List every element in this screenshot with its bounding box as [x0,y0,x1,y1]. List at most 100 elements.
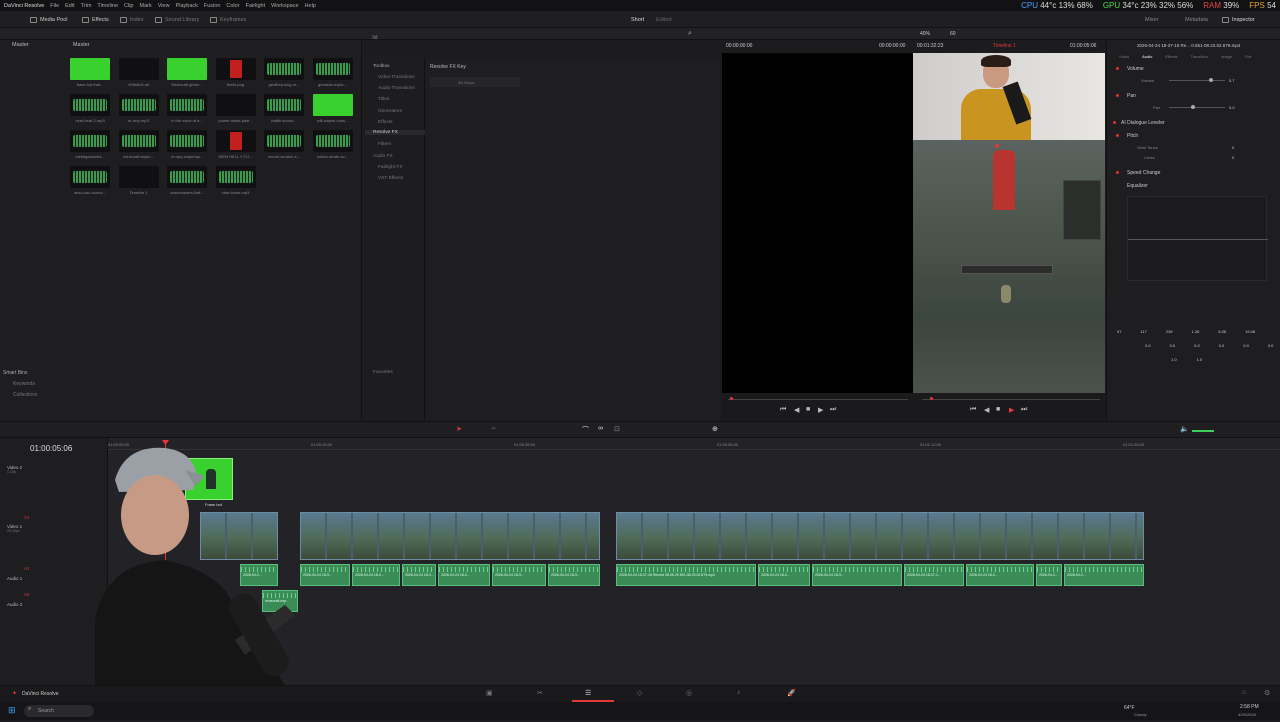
menu-edit[interactable]: Edit [65,3,74,9]
skip-start-icon[interactable]: ⏮ [780,406,786,414]
source-playhead[interactable] [730,397,733,400]
track-audio-2[interactable]: Audio 2 [7,602,22,607]
fx-favorites[interactable]: Favorites [373,370,393,375]
timeline-timecode[interactable]: 01:00:05:06 [30,444,72,453]
selection-tool-icon[interactable]: ➤ [456,425,462,433]
media-clip-thumb[interactable] [70,94,110,116]
eq-band-5-freq[interactable]: 6.06 [1218,329,1226,334]
pan-enable-dot[interactable] [1116,94,1119,97]
media-clip-thumb[interactable] [118,166,159,188]
home-icon[interactable]: ⌂ [1242,689,1246,696]
collections-item[interactable]: Collections [13,392,37,398]
zoom-icon[interactable]: ⊕ [712,425,718,433]
media-clip-thumb[interactable] [264,130,304,152]
index-button[interactable]: Index [120,14,143,25]
bin-master[interactable]: Master [73,42,90,48]
track-a1-tag[interactable]: A1 [24,566,30,571]
media-clip-thumb[interactable] [167,166,207,188]
weather-temp[interactable]: 64°F [1124,705,1135,711]
menu-help[interactable]: Help [305,3,316,9]
master-volume-slider[interactable] [1192,430,1214,432]
eq-band-3-gain[interactable]: 0.0 [1194,343,1200,348]
clip-a1[interactable]: 2026-04-24 18-3... [438,564,490,586]
menu-color[interactable]: Color [226,3,239,9]
speed-enable-dot[interactable] [1116,171,1119,174]
track-v1-tag[interactable]: V1 [24,515,30,520]
fx-resolve-fx[interactable]: Resolve FX [365,130,425,135]
menu-fairlight[interactable]: Fairlight [246,3,266,9]
media-clip-thumb[interactable] [215,166,256,188]
clip-v1[interactable] [616,512,1144,560]
keywords-item[interactable]: Keywords [13,381,37,387]
link-icon[interactable]: ∞ [598,425,603,432]
media-clip-thumb[interactable] [118,130,159,152]
fx-audio-transitions[interactable]: Audio Transitions [378,86,415,91]
inspector-tab-transition[interactable]: Transition [1191,54,1208,59]
fx-vst-effects[interactable]: VST Effects [378,176,403,181]
volume-section[interactable]: Volume [1127,66,1144,72]
eq-band-1-freq[interactable]: 97 [1117,329,1121,334]
media-clip-thumb[interactable] [264,58,304,80]
inspector-tab-image[interactable]: Image [1221,54,1232,59]
clip-a1[interactable]: 2026-04-24 18-3... [548,564,600,586]
mixer-button[interactable]: Mixer [1145,14,1158,25]
timeline-viewer[interactable] [913,53,1105,393]
inspector-tab-effects[interactable]: Effects [1165,54,1177,59]
sound-library-button[interactable]: Sound Library [155,14,199,25]
clip-a1[interactable]: 2026-04-24 18-3... [758,564,810,586]
menu-view[interactable]: View [158,3,170,9]
menu-trim[interactable]: Trim [81,3,92,9]
eq-band-1-gain[interactable]: 0.0 [1145,343,1151,348]
zoom-level[interactable]: 40% [920,31,930,37]
media-clip-thumb[interactable] [215,130,256,152]
pitch-section[interactable]: Pitch [1127,133,1138,139]
media-clip-thumb[interactable] [264,94,304,116]
clip-a1[interactable]: 2026-04-24 18-3... [402,564,436,586]
media-clip-thumb[interactable] [215,94,256,116]
fx-3d-keyer[interactable]: 3D Keyer [430,77,520,87]
speed-change-section[interactable]: Speed Change [1127,170,1160,176]
volume-icon[interactable]: 🔈 [1180,425,1189,433]
page-color-icon[interactable]: ◎ [686,689,692,697]
pitch-enable-dot[interactable] [1116,134,1119,137]
inspector-tab-audio[interactable]: Audio [1142,54,1152,59]
clip-a1[interactable]: 2026-04-24 18-37-1... [904,564,964,586]
lock-icon[interactable]: ⊡ [614,425,620,433]
media-clip-thumb[interactable] [70,130,110,152]
fx-generators[interactable]: Generators [378,109,402,114]
eq-band-6-freq[interactable]: 19.06 [1245,329,1255,334]
clip-a1[interactable]: 2026-04-24 18-3... [966,564,1034,586]
volume-slider[interactable] [1209,78,1213,82]
menu-clip[interactable]: Clip [124,3,133,9]
timeline-reverse-icon[interactable]: ◀ [984,406,989,414]
media-clip-thumb[interactable] [118,94,159,116]
effects-search-text[interactable]: 3d [372,35,378,41]
menu-fusion[interactable]: Fusion [204,3,221,9]
timeline-scrubber[interactable] [930,397,933,400]
fx-audio-fx[interactable]: Audio FX [373,154,393,159]
pan-section[interactable]: Pan [1127,93,1136,99]
inspector-tab-file[interactable]: File [1245,54,1251,59]
timeline-name[interactable]: Timeline 1 [993,43,1016,49]
fx-filters[interactable]: Filters [378,142,391,147]
clip-a1[interactable]: 2026-04-24 18-3... [812,564,902,586]
equalizer-graph[interactable] [1127,196,1268,281]
reverse-icon[interactable]: ◀ [794,406,799,414]
pan-value[interactable]: 0.0 [1229,105,1235,110]
page-fusion-icon[interactable]: ◇ [637,689,642,697]
taskbar-search-box[interactable]: ⌕ Search [24,705,94,717]
eq-band-5-gain[interactable]: 0.0 [1243,343,1249,348]
timeline-skip-start-icon[interactable]: ⏮ [970,406,976,414]
fx-video-transitions[interactable]: Video Transitions [378,75,415,80]
clip-a1[interactable]: 2026-04-2... [1064,564,1144,586]
frame-rate[interactable]: 60 [950,31,956,37]
fx-effects[interactable]: Effects [378,120,393,125]
bin-master-header[interactable]: Master [12,42,29,48]
eq-band-3-q[interactable]: 1.0 [1171,357,1177,362]
track-a2-tag[interactable]: A2 [24,592,30,597]
pan-slider[interactable] [1191,105,1195,109]
page-media-icon[interactable]: ▣ [486,689,493,697]
clock-time[interactable]: 2:58 PM [1240,704,1259,710]
keyframes-button[interactable]: Keyframes [210,14,246,25]
metadata-button[interactable]: Metadata [1185,14,1208,25]
